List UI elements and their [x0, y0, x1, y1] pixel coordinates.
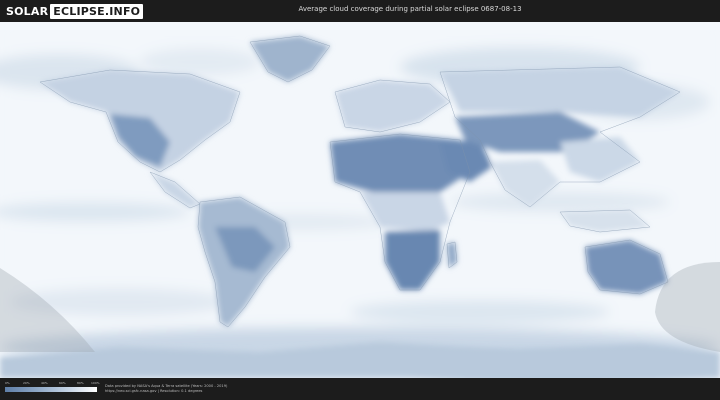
footer-bar: 0% 20% 40% 60% 80% 100% Data provided by…: [0, 378, 720, 400]
credits-line-2: https://neo.sci.gsfc.nasa.gov | Resoluti…: [105, 389, 203, 393]
logo-eclipse-text: ECLIPSE.INFO: [50, 3, 144, 19]
data-credits: Data provided by NASA's Aqua & Terra sat…: [105, 384, 227, 394]
logo-solar-text: SOLAR: [6, 4, 49, 18]
header-bar: SOLAR ECLIPSE.INFO Average cloud coverag…: [0, 0, 720, 22]
site-logo[interactable]: SOLAR ECLIPSE.INFO: [6, 3, 144, 19]
legend-tick-60: 60%: [59, 381, 66, 385]
page-title: Average cloud coverage during partial so…: [298, 5, 522, 13]
legend-tick-20: 20%: [23, 381, 30, 385]
cloud-coverage-map: [0, 22, 720, 378]
legend-color-bar: [5, 387, 97, 392]
legend-tick-80: 80%: [77, 381, 84, 385]
legend-tick-40: 40%: [41, 381, 48, 385]
legend-tick-0: 0%: [5, 381, 10, 385]
legend-tick-100: 100%: [91, 381, 100, 385]
world-map-svg: [0, 22, 720, 378]
